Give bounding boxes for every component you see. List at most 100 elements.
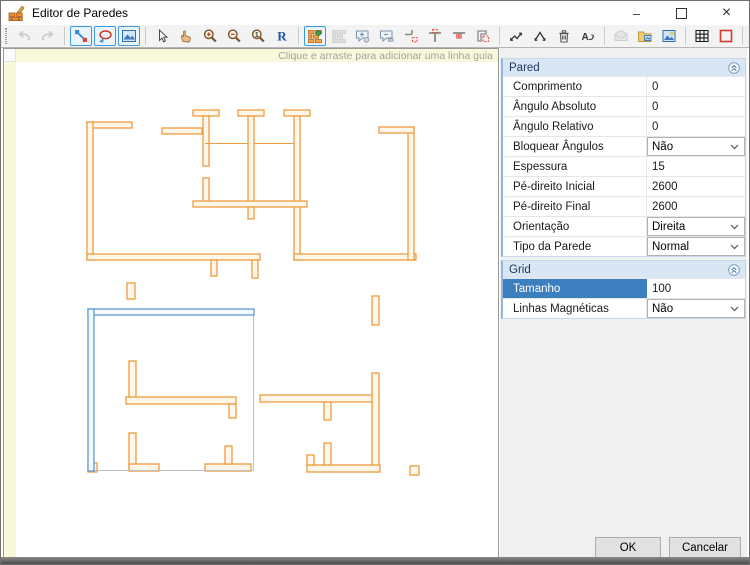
select-button[interactable] [151, 26, 173, 46]
wall-segment[interactable] [211, 260, 217, 276]
pan-button[interactable] [175, 26, 197, 46]
property-label[interactable]: Linhas Magnéticas [503, 299, 647, 318]
wall-divider-line[interactable] [205, 143, 248, 144]
wall-segment[interactable] [229, 404, 236, 418]
boundary-toggle-button[interactable] [715, 26, 737, 46]
wall-segment[interactable] [252, 260, 258, 278]
property-value-cell: 100 [647, 279, 745, 298]
property-label[interactable]: Espessura [503, 157, 647, 176]
measure-angle-button[interactable] [529, 26, 551, 46]
property-value[interactable]: 100 [647, 283, 671, 295]
measure-button[interactable] [505, 26, 527, 46]
save-image-button[interactable] [658, 26, 680, 46]
wall-segment[interactable] [260, 395, 379, 402]
property-group-grid: GridTamanho100Linhas MagnéticasNão [501, 260, 746, 319]
property-label[interactable]: Tamanho [503, 279, 647, 298]
wall-segment[interactable] [284, 110, 310, 116]
wall-segment[interactable] [238, 110, 264, 116]
zoom-out-button[interactable] [223, 26, 245, 46]
reset-view-button[interactable]: R [271, 26, 293, 46]
wall-segment[interactable] [162, 128, 202, 134]
floorplan-canvas[interactable]: Clique e arraste para adicionar uma linh… [3, 48, 499, 558]
wall-segment[interactable] [87, 254, 260, 260]
property-value[interactable]: 15 [647, 161, 665, 173]
property-value[interactable]: 0 [647, 121, 658, 133]
wall-segment[interactable] [324, 443, 331, 465]
zoom-actual-button[interactable]: 1 [247, 26, 269, 46]
property-value[interactable]: 0 [647, 81, 658, 93]
note-add-button[interactable] [352, 26, 374, 46]
wall-segment[interactable] [372, 373, 379, 472]
cancel-button[interactable]: Cancelar [669, 537, 741, 559]
wall-segment[interactable] [379, 127, 414, 133]
property-label[interactable]: Pé-direito Final [503, 197, 647, 216]
wall-segment[interactable] [203, 178, 209, 204]
rotate-label-button[interactable]: A [577, 26, 599, 46]
wall-segment[interactable] [408, 127, 414, 260]
note-remove-button[interactable] [376, 26, 398, 46]
wall-segment[interactable] [193, 201, 307, 207]
wall-segment[interactable] [205, 464, 251, 471]
delete-button[interactable] [553, 26, 575, 46]
property-label[interactable]: Pé-direito Inicial [503, 177, 647, 196]
group-header[interactable]: Pared [503, 59, 745, 76]
property-value[interactable]: 2600 [647, 181, 678, 193]
property-label[interactable]: Ângulo Absoluto [503, 97, 647, 116]
wall-segment[interactable] [324, 402, 331, 420]
wall-segment[interactable] [87, 122, 132, 128]
joint-tee-button[interactable] [424, 26, 446, 46]
zoom-in-button[interactable] [199, 26, 221, 46]
floorplan-svg[interactable] [4, 49, 498, 557]
group-header[interactable]: Grid [503, 261, 745, 278]
ok-button[interactable]: OK [595, 537, 661, 559]
joint-cap-button[interactable] [448, 26, 470, 46]
selected-wall-segment[interactable] [88, 309, 94, 471]
wall-segment[interactable] [248, 116, 254, 207]
wall-segment[interactable] [307, 465, 380, 472]
background-image-button[interactable] [118, 26, 140, 46]
wall-segment[interactable] [203, 116, 209, 166]
open-image-button[interactable] [634, 26, 656, 46]
property-label[interactable]: Comprimento [503, 77, 647, 96]
property-label[interactable]: Tipo da Parede [503, 237, 647, 256]
selected-wall-segment[interactable] [88, 309, 254, 315]
wall-segment[interactable] [87, 122, 93, 260]
property-label[interactable]: Bloquear Ângulos [503, 137, 647, 156]
guide-line[interactable] [253, 309, 254, 470]
property-value[interactable]: 0 [647, 101, 658, 113]
wall-segment[interactable] [127, 283, 135, 299]
wall-segment[interactable] [294, 254, 416, 260]
minimize-button[interactable]: – [614, 1, 659, 25]
property-dropdown[interactable]: Direita [647, 217, 745, 236]
wall-divider-line[interactable] [254, 143, 294, 144]
property-value[interactable]: 2600 [647, 201, 678, 213]
wall-segment[interactable] [294, 116, 300, 260]
close-button[interactable]: × [704, 1, 749, 25]
collapse-chevron-icon[interactable] [728, 264, 740, 276]
property-row: OrientaçãoDireita [503, 216, 745, 236]
wall-segment[interactable] [129, 464, 159, 471]
wall-visible-button[interactable] [304, 26, 326, 46]
property-label[interactable]: Orientação [503, 217, 647, 236]
joint-break-button[interactable] [400, 26, 422, 46]
property-dropdown[interactable]: Não [647, 299, 745, 318]
maximize-button[interactable] [659, 1, 704, 25]
collapse-chevron-icon[interactable] [728, 62, 740, 74]
wall-segment[interactable] [225, 446, 232, 464]
property-label[interactable]: Ângulo Relativo [503, 117, 647, 136]
property-dropdown[interactable]: Não [647, 137, 745, 156]
draw-arc-button[interactable] [94, 26, 116, 46]
wall-segment[interactable] [372, 296, 379, 325]
wall-segment[interactable] [193, 110, 219, 116]
joint-corner-button[interactable] [472, 26, 494, 46]
wall-segment[interactable] [307, 455, 314, 465]
wall-editor-window: Editor de Paredes – × 1RA? Clique e arra… [0, 0, 750, 565]
wall-segment[interactable] [126, 397, 236, 404]
wall-segment[interactable] [248, 207, 254, 219]
toolbar-grip[interactable] [5, 28, 7, 44]
property-dropdown[interactable]: Normal [647, 237, 745, 256]
wall-segment[interactable] [410, 466, 419, 475]
guide-line[interactable] [88, 470, 254, 471]
draw-wall-button[interactable] [70, 26, 92, 46]
grid-toggle-button[interactable] [691, 26, 713, 46]
